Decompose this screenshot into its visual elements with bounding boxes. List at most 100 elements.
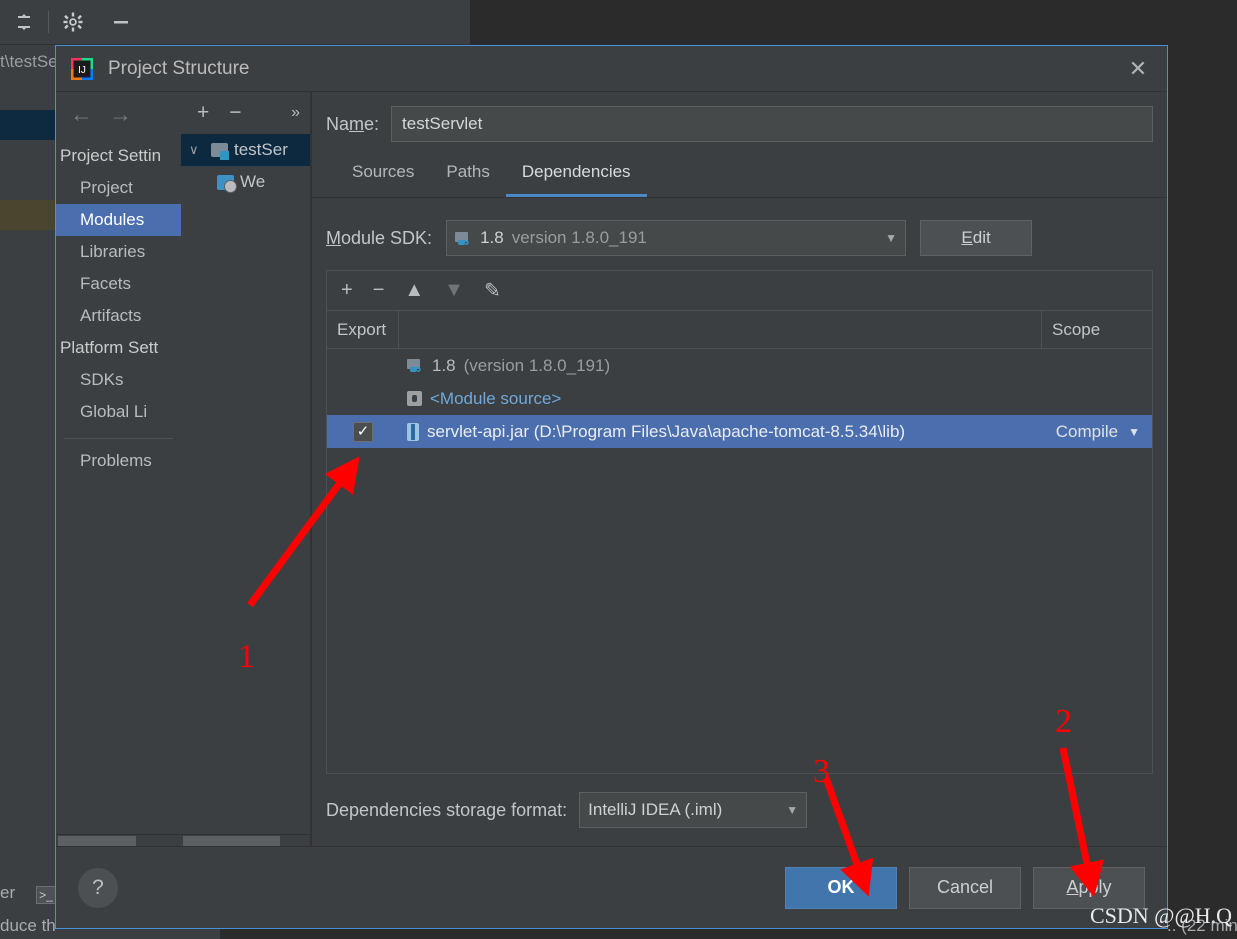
web-facet-icon	[217, 174, 237, 193]
storage-format-dropdown[interactable]: IntelliJ IDEA (.iml) ▼	[579, 792, 808, 828]
column-header-name[interactable]	[399, 311, 1042, 348]
dependencies-storage-row: Dependencies storage format: IntelliJ ID…	[312, 774, 1167, 846]
background-bottom-line-2: duce th	[0, 916, 56, 935]
tree-row-web-facet[interactable]: We	[181, 166, 310, 198]
chevron-down-icon[interactable]: ∨	[189, 142, 205, 158]
edit-sdk-button[interactable]: Edit	[920, 220, 1033, 256]
remove-dependency-button[interactable]: −	[373, 279, 385, 302]
chevron-down-icon[interactable]: ▼	[873, 231, 897, 245]
module-sdk-row: Module SDK: 1.8 version 1.8.0_191 ▼ E di…	[312, 198, 1167, 270]
dependencies-table-body: 1.8 (version 1.8.0_191) <Module source>	[327, 349, 1152, 773]
module-folder-icon	[211, 143, 229, 160]
intellij-logo-icon: IJ	[70, 57, 94, 81]
sidebar-item-facets[interactable]: Facets	[56, 268, 181, 300]
edit-dependency-button[interactable]: ✎	[484, 278, 501, 303]
background-path-text: t\testSe	[0, 52, 58, 71]
svg-text:IJ: IJ	[78, 65, 86, 76]
export-checkbox[interactable]: ✓	[353, 421, 373, 442]
sidebar-item-sdks[interactable]: SDKs	[56, 364, 181, 396]
scope-cell[interactable]: Compile ▼	[1042, 422, 1152, 442]
module-name-label: Name:	[326, 113, 380, 134]
annotation-number-1: 1	[238, 638, 255, 675]
background-bottom-line-1: er	[0, 883, 16, 902]
nav-group-platform-settings: Platform Sett	[60, 338, 159, 357]
tab-dependencies[interactable]: Dependencies	[505, 156, 647, 197]
forward-arrow-icon[interactable]: →	[109, 101, 132, 128]
tree-row-label: We	[240, 172, 266, 191]
background-right-area	[1175, 0, 1237, 939]
module-name-row: Name:	[312, 92, 1167, 142]
dialog-titlebar: IJ Project Structure ✕	[56, 46, 1167, 92]
column-header-scope[interactable]: Scope	[1042, 311, 1152, 348]
sidebar-item-problems[interactable]: Problems	[56, 445, 181, 477]
module-sdk-label: Module SDK:	[326, 227, 433, 248]
more-actions-icon[interactable]: »	[291, 104, 300, 122]
module-sdk-dropdown[interactable]: 1.8 version 1.8.0_191 ▼	[446, 220, 907, 256]
settings-nav-column: ← → Project Settin Project Modules Libra…	[56, 92, 181, 846]
dependencies-table: Export Scope 1.8 (version 1.8.0_191) <Mo…	[326, 310, 1153, 774]
table-row[interactable]: ✓ servlet-api.jar (D:\Program Files\Java…	[327, 415, 1152, 448]
move-up-button[interactable]: ▲	[404, 279, 424, 302]
collapse-all-icon[interactable]	[0, 2, 48, 42]
module-sdk-value: 1.8	[480, 228, 504, 247]
watermark: CSDN @@H.Q	[1090, 903, 1232, 928]
export-cell: ✓	[327, 421, 399, 442]
annotation-number-2: 2	[1055, 703, 1072, 740]
module-source-icon	[407, 391, 422, 406]
table-row[interactable]: 1.8 (version 1.8.0_191)	[327, 349, 1152, 382]
jar-icon	[407, 422, 419, 441]
jdk-icon	[455, 231, 472, 246]
sidebar-item-project[interactable]: Project	[56, 172, 181, 204]
nav-history-controls: ← →	[56, 92, 181, 136]
nav-divider	[64, 438, 173, 439]
sidebar-item-libraries[interactable]: Libraries	[56, 236, 181, 268]
dependency-version: (version 1.8.0_191)	[463, 355, 611, 375]
minimize-icon[interactable]	[97, 2, 145, 42]
sidebar-item-artifacts[interactable]: Artifacts	[56, 300, 181, 332]
chevron-down-icon[interactable]: ▼	[1128, 425, 1140, 439]
module-tabs: Sources Paths Dependencies	[312, 142, 1167, 198]
tab-paths[interactable]: Paths	[430, 156, 505, 197]
project-structure-dialog: IJ Project Structure ✕ ← → Project Setti…	[55, 45, 1168, 929]
tab-sources[interactable]: Sources	[336, 156, 430, 197]
jdk-icon	[407, 358, 424, 373]
dependency-name: servlet-api.jar (D:\Program Files\Java\a…	[427, 421, 906, 441]
module-name-input[interactable]	[391, 106, 1153, 142]
storage-format-value: IntelliJ IDEA (.iml)	[588, 800, 723, 819]
dependencies-toolbar: + − ▲ ▼ ✎	[326, 270, 1153, 310]
background-terminal-chip[interactable]: >_	[36, 886, 56, 904]
dependency-name-cell: 1.8 (version 1.8.0_191)	[399, 356, 1042, 376]
tree-row-label: testSer	[234, 140, 288, 159]
dialog-footer: ? OK Cancel Apply	[56, 846, 1167, 928]
remove-module-button[interactable]: −	[229, 101, 241, 125]
sidebar-item-modules[interactable]: Modules	[56, 204, 181, 236]
nav-horizontal-scrollbar[interactable]	[56, 834, 181, 846]
sidebar-item-global-libraries[interactable]: Global Li	[56, 396, 181, 428]
close-icon[interactable]: ✕	[1109, 46, 1167, 91]
help-button[interactable]: ?	[78, 867, 118, 908]
module-editor-content: Name: Sources Paths Dependencies Module …	[311, 92, 1167, 846]
add-module-button[interactable]: +	[197, 101, 209, 125]
dependencies-table-header: Export Scope	[327, 311, 1152, 349]
screen-root: t\testSe >_ er duce th .. (22 min IJ Pro…	[0, 0, 1237, 939]
column-header-export[interactable]: Export	[327, 311, 399, 348]
back-arrow-icon[interactable]: ←	[70, 101, 93, 128]
module-tree: ∨ testSer We	[181, 134, 310, 198]
cancel-button[interactable]: Cancel	[909, 866, 1021, 909]
dependency-name: <Module source>	[430, 388, 562, 408]
tree-row-module[interactable]: ∨ testSer	[181, 134, 310, 166]
scope-value: Compile	[1055, 421, 1119, 441]
module-sdk-version: version 1.8.0_191	[511, 228, 647, 247]
ok-button[interactable]: OK	[785, 866, 897, 909]
settings-gear-icon[interactable]	[49, 2, 97, 42]
add-dependency-button[interactable]: +	[341, 279, 353, 302]
dialog-title: Project Structure	[108, 57, 250, 79]
module-tree-column: + − » ∨ testSer We	[181, 92, 311, 846]
settings-nav-list: Project Settin Project Modules Libraries…	[56, 136, 181, 477]
table-row[interactable]: <Module source>	[327, 382, 1152, 415]
dependency-name: 1.8	[432, 355, 456, 375]
move-down-button[interactable]: ▼	[444, 279, 464, 302]
background-toolbar	[0, 0, 470, 45]
tree-horizontal-scrollbar[interactable]	[181, 834, 310, 846]
chevron-down-icon[interactable]: ▼	[774, 803, 798, 817]
